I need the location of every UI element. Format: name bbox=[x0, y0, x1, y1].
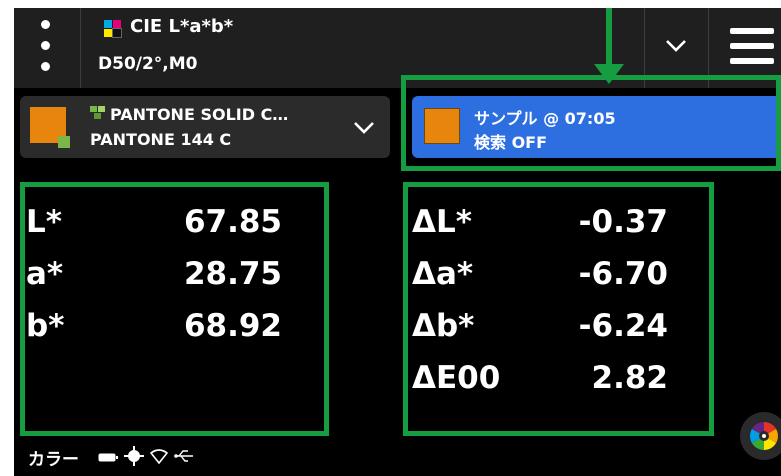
battery-icon bbox=[98, 453, 118, 462]
delta-row-e00: ΔE00 2.82 bbox=[412, 360, 668, 410]
cmyk-icon bbox=[104, 20, 122, 38]
color-wheel-icon bbox=[750, 422, 778, 450]
delta-label: ΔL* bbox=[412, 204, 472, 240]
pantone-library-icon bbox=[90, 106, 105, 119]
value-number: 67.85 bbox=[183, 204, 282, 240]
divider bbox=[80, 8, 81, 88]
annotation-arrow bbox=[606, 8, 612, 68]
delta-number: -0.37 bbox=[578, 204, 668, 240]
delta-label: Δb* bbox=[412, 308, 475, 344]
illuminant-observer-label[interactable]: D50/2°,M0 bbox=[98, 54, 198, 74]
value-number: 28.75 bbox=[183, 256, 282, 292]
delta-number: 2.82 bbox=[591, 360, 669, 396]
delta-row-b: Δb* -6.24 bbox=[412, 308, 668, 358]
target-icon bbox=[124, 446, 144, 466]
reference-badge-icon bbox=[58, 136, 70, 148]
delta-row-a: Δa* -6.70 bbox=[412, 256, 668, 306]
color-space-title[interactable]: CIE L*a*b* bbox=[130, 16, 233, 37]
value-label: b* bbox=[26, 308, 65, 344]
usb-icon bbox=[174, 450, 193, 462]
chevron-down-icon[interactable] bbox=[664, 34, 688, 58]
color-wheel-button[interactable] bbox=[740, 412, 781, 460]
wifi-icon bbox=[150, 449, 168, 464]
reference-color-name: PANTONE 144 C bbox=[90, 130, 232, 149]
reference-color-card[interactable]: PANTONE SOLID C… PANTONE 144 C bbox=[20, 96, 390, 158]
value-label: a* bbox=[26, 256, 64, 292]
delta-label: Δa* bbox=[412, 256, 474, 292]
kebab-menu-icon[interactable] bbox=[38, 20, 52, 74]
hamburger-menu-icon[interactable] bbox=[730, 28, 774, 64]
lab-row-l: L* 67.85 bbox=[26, 204, 282, 254]
sample-highlight-frame bbox=[401, 75, 781, 171]
mode-label: カラー bbox=[28, 450, 79, 470]
reference-library-name: PANTONE SOLID C… bbox=[110, 105, 289, 124]
annotation-arrow-head bbox=[594, 64, 624, 84]
delta-row-l: ΔL* -0.37 bbox=[412, 204, 668, 254]
delta-number: -6.70 bbox=[578, 256, 668, 292]
delta-label: ΔE00 bbox=[412, 360, 501, 396]
device-screen: CIE L*a*b* D50/2°,M0 PANTONE SOLID C… PA… bbox=[14, 8, 781, 476]
lab-row-b: b* 68.92 bbox=[26, 308, 282, 358]
delta-number: -6.24 bbox=[578, 308, 668, 344]
value-label: L* bbox=[26, 204, 62, 240]
lab-row-a: a* 28.75 bbox=[26, 256, 282, 306]
value-number: 68.92 bbox=[183, 308, 282, 344]
chevron-down-icon[interactable] bbox=[352, 116, 376, 140]
